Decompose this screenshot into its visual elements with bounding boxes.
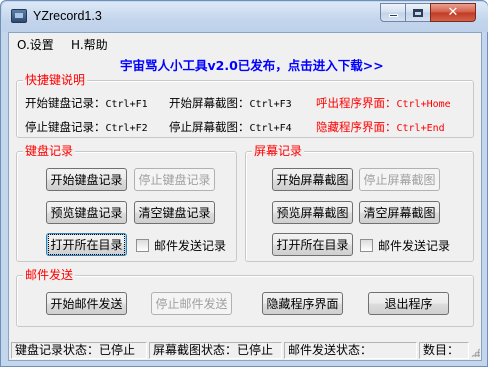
- hide-ui-button[interactable]: 隐藏程序界面: [262, 292, 343, 315]
- screen-group-title: 屏幕记录: [252, 144, 305, 158]
- window-title: YZrecord1.3: [33, 9, 102, 23]
- shortcut-label: 呼出程序界面：: [316, 96, 397, 110]
- button-label: 打开所在目录: [276, 238, 349, 252]
- shortcut-label: 开始键盘记录：: [25, 96, 106, 110]
- resize-grip[interactable]: [471, 348, 480, 357]
- button-label: 停止键盘记录: [138, 173, 211, 187]
- open-keyboard-dir-button[interactable]: 打开所在目录: [46, 233, 127, 256]
- checkbox-box[interactable]: [360, 239, 373, 252]
- download-banner-link[interactable]: 宇宙骂人小工具v2.0已发布，点击进入下载>>: [120, 55, 384, 74]
- shortcut-key: Ctrl+F3: [249, 99, 292, 110]
- start-mail-send-button[interactable]: 开始邮件发送: [46, 292, 127, 315]
- shortcut-key: Ctrl+Home: [396, 99, 451, 110]
- status-keyboard: 键盘记录状态：已停止: [11, 342, 147, 359]
- keyboard-record-group: 键盘记录 开始键盘记录 停止键盘记录 预览键盘记录 清空键盘记录 打开所在目录 …: [16, 144, 237, 262]
- menu-help[interactable]: H.帮助: [71, 36, 108, 53]
- stop-keyboard-record-button[interactable]: 停止键盘记录: [134, 168, 215, 191]
- stop-mail-send-button[interactable]: 停止邮件发送: [151, 292, 232, 315]
- shortcut-key: Ctrl+F2: [105, 123, 148, 134]
- close-icon: ✕: [447, 5, 459, 20]
- shortcut-show-ui: 呼出程序界面：Ctrl+Home: [316, 95, 451, 111]
- shortcut-label: 停止键盘记录：: [25, 120, 106, 134]
- minimize-icon: [388, 14, 398, 17]
- screen-record-group: 屏幕记录 开始屏幕截图 停止屏幕截图 预览屏幕截图 清空屏幕截图 打开所在目录 …: [245, 144, 474, 262]
- mail-group-title: 邮件发送: [23, 268, 76, 282]
- mail-send-group: 邮件发送 开始邮件发送 停止邮件发送 隐藏程序界面 退出程序: [16, 268, 474, 327]
- button-label: 预览屏幕截图: [276, 206, 349, 220]
- start-screen-capture-button[interactable]: 开始屏幕截图: [272, 168, 353, 191]
- close-button[interactable]: ✕: [430, 3, 476, 22]
- clear-keyboard-record-button[interactable]: 清空键盘记录: [134, 201, 215, 224]
- status-screen: 屏幕截图状态：已停止: [149, 342, 282, 359]
- shortcut-stop-keyboard: 停止键盘记录：Ctrl+F2: [25, 119, 148, 135]
- menu-bar: O.设置 H.帮助: [9, 33, 481, 53]
- app-window: YZrecord1.3 ✕ O.设置 H.帮助 宇宙骂人小工具v2.0已发布，点…: [0, 0, 488, 367]
- shortcut-label: 隐藏程序界面：: [316, 120, 397, 134]
- button-label: 退出程序: [384, 297, 433, 311]
- button-label: 预览键盘记录: [50, 206, 123, 220]
- shortcut-hide-ui: 隐藏程序界面：Ctrl+End: [316, 119, 445, 135]
- checkbox-label: 邮件发送记录: [378, 239, 451, 253]
- shortcuts-group: 快捷键说明 开始键盘记录：Ctrl+F1 开始屏幕截图：Ctrl+F3 呼出程序…: [16, 73, 474, 138]
- button-label: 停止屏幕截图: [363, 173, 436, 187]
- keyboard-mail-checkbox[interactable]: 邮件发送记录: [136, 237, 226, 254]
- shortcut-label: 停止屏幕截图：: [169, 120, 250, 134]
- client-area: O.设置 H.帮助 宇宙骂人小工具v2.0已发布，点击进入下载>> 快捷键说明 …: [8, 32, 482, 361]
- maximize-icon: [413, 8, 423, 17]
- button-label: 开始邮件发送: [50, 297, 123, 311]
- preview-keyboard-record-button[interactable]: 预览键盘记录: [46, 201, 127, 224]
- checkbox-label: 邮件发送记录: [154, 239, 227, 253]
- shortcut-start-keyboard: 开始键盘记录：Ctrl+F1: [25, 95, 148, 111]
- exit-button[interactable]: 退出程序: [368, 292, 449, 315]
- shortcuts-group-title: 快捷键说明: [23, 73, 88, 87]
- app-icon: [11, 9, 27, 23]
- button-label: 清空键盘记录: [138, 206, 211, 220]
- clear-screen-capture-button[interactable]: 清空屏幕截图: [359, 201, 440, 224]
- status-mail: 邮件发送状态：: [284, 342, 417, 359]
- maximize-button[interactable]: [405, 3, 431, 22]
- shortcut-key: Ctrl+F1: [105, 99, 148, 110]
- checkbox-box[interactable]: [136, 239, 149, 252]
- button-label: 打开所在目录: [48, 234, 125, 255]
- start-keyboard-record-button[interactable]: 开始键盘记录: [46, 168, 127, 191]
- status-count: 数目：: [419, 342, 469, 359]
- button-label: 开始键盘记录: [50, 173, 123, 187]
- open-screen-dir-button[interactable]: 打开所在目录: [272, 233, 353, 256]
- button-label: 清空屏幕截图: [363, 206, 436, 220]
- shortcut-key: Ctrl+End: [396, 123, 445, 134]
- shortcut-start-screen: 开始屏幕截图：Ctrl+F3: [169, 95, 292, 111]
- shortcut-stop-screen: 停止屏幕截图：Ctrl+F4: [169, 119, 292, 135]
- stop-screen-capture-button[interactable]: 停止屏幕截图: [359, 168, 440, 191]
- status-bar: 键盘记录状态：已停止 屏幕截图状态：已停止 邮件发送状态： 数目：: [9, 340, 481, 360]
- shortcut-key: Ctrl+F4: [249, 123, 292, 134]
- button-label: 开始屏幕截图: [276, 173, 349, 187]
- button-label: 隐藏程序界面: [266, 297, 339, 311]
- keyboard-group-title: 键盘记录: [23, 144, 76, 158]
- screen-mail-checkbox[interactable]: 邮件发送记录: [360, 237, 450, 254]
- menu-settings[interactable]: O.设置: [17, 36, 54, 53]
- title-bar[interactable]: YZrecord1.3 ✕: [2, 2, 488, 32]
- button-label: 停止邮件发送: [155, 297, 228, 311]
- minimize-button[interactable]: [380, 3, 406, 22]
- preview-screen-capture-button[interactable]: 预览屏幕截图: [272, 201, 353, 224]
- shortcut-label: 开始屏幕截图：: [169, 96, 250, 110]
